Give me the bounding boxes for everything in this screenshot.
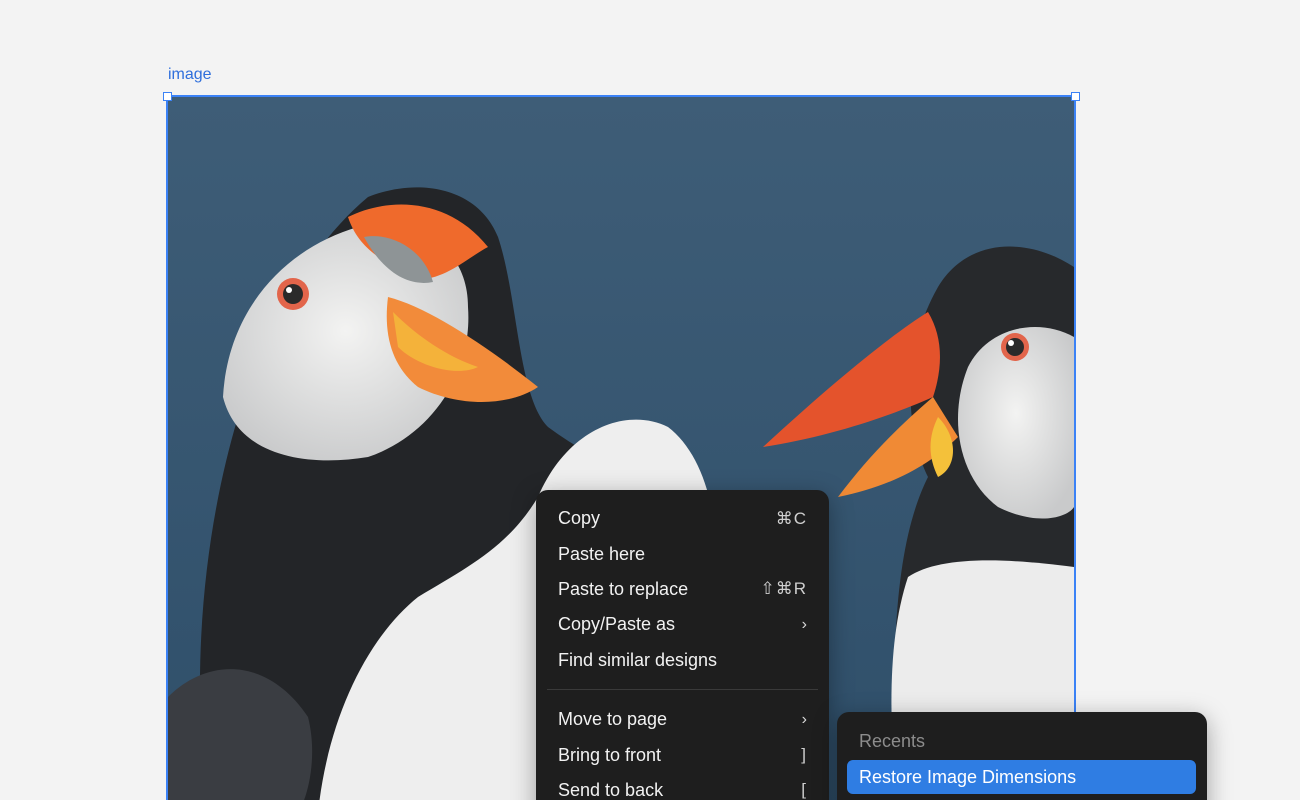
context-menu: Copy ⌘C Paste here Paste to replace ⇧⌘R …: [536, 490, 829, 800]
menu-item-move-to-page[interactable]: Move to page ›: [536, 702, 829, 737]
menu-item-label: Move to page: [558, 709, 668, 730]
menu-item-paste-to-replace[interactable]: Paste to replace ⇧⌘R: [536, 572, 829, 607]
menu-item-find-similar-designs[interactable]: Find similar designs: [536, 643, 829, 678]
resize-handle-top-right[interactable]: [1071, 92, 1080, 101]
recents-submenu: Recents Restore Image Dimensions: [837, 712, 1207, 800]
menu-item-bring-to-front[interactable]: Bring to front ]: [536, 737, 829, 772]
recents-item-restore-image-dimensions[interactable]: Restore Image Dimensions: [847, 760, 1196, 794]
chevron-right-icon: ›: [801, 710, 807, 728]
menu-item-shortcut: [: [801, 780, 807, 800]
design-canvas[interactable]: image Copy ⌘C Paste here Paste to replac…: [0, 0, 1300, 800]
recents-item-label: Restore Image Dimensions: [859, 766, 1077, 787]
menu-item-paste-here[interactable]: Paste here: [536, 536, 829, 571]
menu-item-copy-paste-as[interactable]: Copy/Paste as ›: [536, 607, 829, 642]
recents-heading: Recents: [859, 731, 926, 751]
menu-item-label: Paste to replace: [558, 578, 689, 599]
menu-item-shortcut: ⇧⌘R: [760, 579, 807, 599]
resize-handle-top-left[interactable]: [163, 92, 172, 101]
menu-item-shortcut: ⌘C: [775, 508, 807, 528]
frame-label[interactable]: image: [168, 66, 212, 84]
menu-item-label: Copy/Paste as: [558, 614, 676, 635]
menu-item-label: Find similar designs: [558, 649, 718, 670]
menu-item-shortcut: ]: [801, 745, 807, 765]
menu-item-label: Bring to front: [558, 744, 662, 765]
menu-item-label: Copy: [558, 508, 601, 529]
menu-divider: [547, 688, 818, 690]
menu-item-send-to-back[interactable]: Send to back [: [536, 773, 829, 800]
menu-item-copy[interactable]: Copy ⌘C: [536, 501, 829, 536]
menu-item-label: Send to back: [558, 779, 664, 800]
menu-item-label: Paste here: [558, 543, 646, 564]
chevron-right-icon: ›: [801, 615, 807, 633]
